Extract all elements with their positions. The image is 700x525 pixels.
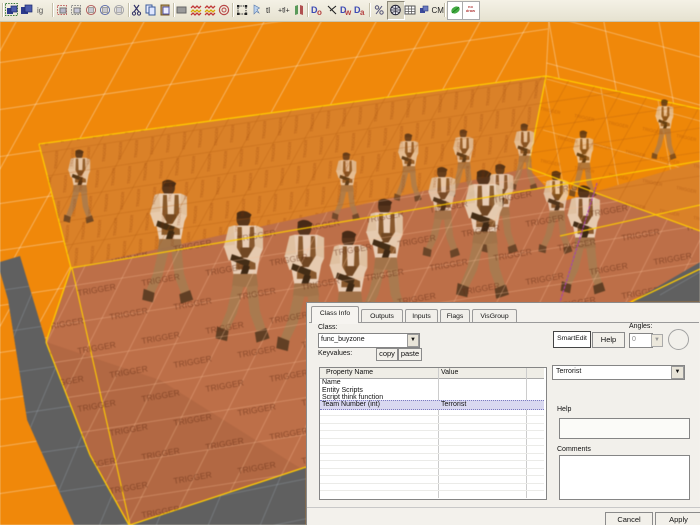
svg-text:+tl+: +tl+ [278, 8, 290, 15]
svg-text:o: o [317, 8, 322, 17]
svg-text:CM: CM [432, 6, 445, 15]
svg-text:tl: tl [266, 6, 270, 15]
svg-text:a: a [360, 8, 365, 17]
svg-text:ig: ig [37, 6, 43, 15]
svg-text:w: w [344, 8, 352, 17]
